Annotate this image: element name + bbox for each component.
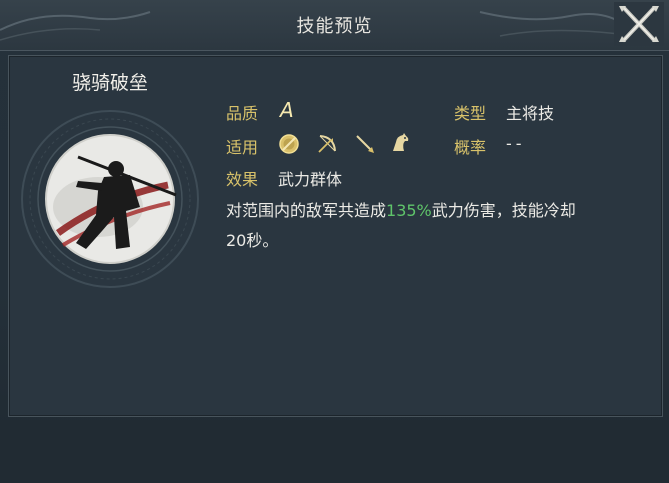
close-x-icon <box>614 2 664 46</box>
applicable-label: 适用 <box>226 138 259 157</box>
effect-label: 效果 <box>226 170 259 189</box>
bottom-bar <box>0 420 669 483</box>
effect-value: 武力群体 <box>278 170 343 189</box>
bow-icon <box>318 135 336 153</box>
description-cooldown: 20秒。 <box>226 231 279 250</box>
description-suffix: 武力伤害，技能冷却 <box>431 201 576 220</box>
close-button[interactable] <box>612 0 666 48</box>
description-prefix: 对范围内的敌军共造成 <box>226 201 387 220</box>
type-value: 主将技 <box>506 104 555 123</box>
skill-name: 骁骑破垒 <box>72 72 149 94</box>
probability-label: 概率 <box>454 138 487 157</box>
quality-label: 品质 <box>226 104 259 123</box>
shield-icon <box>279 134 299 154</box>
skill-description: 对范围内的敌军共造成135%武力伤害，技能冷却 20秒。 <box>226 196 646 256</box>
damage-percent: 135% <box>386 201 432 220</box>
skill-preview-window: 技能预览 骁骑破垒 品质 A 类型 主将技 适用 概率 -- 效果 武力群体 对… <box>0 0 669 483</box>
type-label: 类型 <box>454 104 487 123</box>
spear-icon <box>356 135 374 153</box>
cavalry-horse-icon <box>393 133 409 151</box>
window-title: 技能预览 <box>296 16 373 37</box>
probability-value: -- <box>506 134 526 153</box>
title-bar: 技能预览 <box>0 0 669 51</box>
skill-portrait <box>21 110 199 288</box>
quality-value: A <box>280 98 294 122</box>
